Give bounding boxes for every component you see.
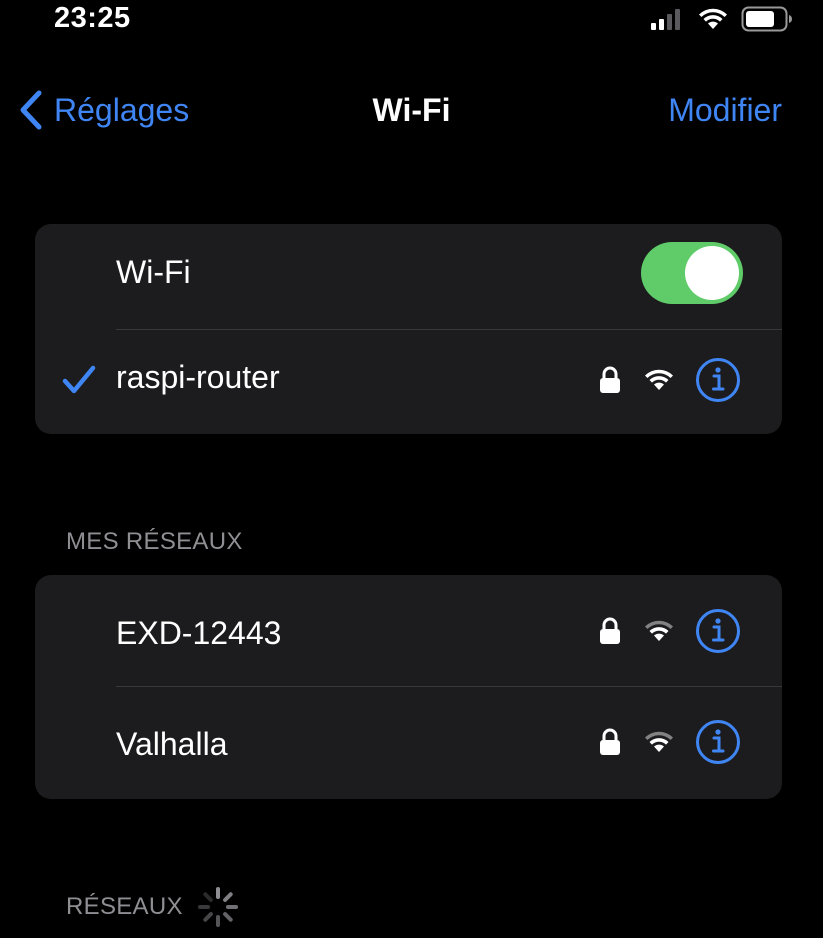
- wifi-group: Wi-Fi raspi-router: [35, 224, 782, 434]
- wifi-signal-icon: [645, 620, 673, 641]
- lock-icon: [600, 728, 620, 755]
- network-status-icons: [599, 719, 741, 765]
- networks-header: RÉSEAUX: [66, 893, 183, 920]
- info-icon[interactable]: [695, 357, 741, 403]
- cellular-signal-icon: [651, 9, 680, 30]
- my-networks-header: MES RÉSEAUX: [66, 528, 243, 555]
- toggle-knob: [685, 246, 739, 300]
- status-time: 23:25: [54, 2, 131, 34]
- wifi-signal-icon: [645, 369, 673, 390]
- info-icon[interactable]: [695, 719, 741, 765]
- spinner-icon: [198, 887, 238, 927]
- status-icons: [649, 6, 793, 32]
- navigation-bar: Réglages Wi-Fi Modifier: [0, 80, 823, 140]
- my-networks-group: EXD-12443 Valhalla: [35, 575, 782, 799]
- connected-network-name: raspi-router: [116, 359, 280, 395]
- wifi-toggle-row: Wi-Fi: [35, 224, 782, 329]
- wifi-signal-icon: [645, 731, 673, 752]
- network-status-icons: [599, 357, 741, 403]
- network-name: EXD-12443: [116, 615, 282, 651]
- info-icon[interactable]: [695, 608, 741, 654]
- network-status-icons: [599, 608, 741, 654]
- network-row[interactable]: Valhalla: [35, 686, 782, 799]
- edit-button[interactable]: Modifier: [668, 92, 782, 129]
- lock-icon: [600, 366, 620, 393]
- battery-icon: [741, 6, 792, 32]
- network-row[interactable]: EXD-12443: [35, 575, 782, 686]
- checkmark-icon: [62, 365, 96, 394]
- network-name: Valhalla: [116, 726, 228, 762]
- lock-icon: [600, 617, 620, 644]
- status-bar: 23:25: [0, 0, 823, 40]
- wifi-icon: [699, 8, 727, 29]
- wifi-toggle[interactable]: [641, 242, 743, 304]
- connected-network-row[interactable]: raspi-router: [35, 329, 782, 434]
- wifi-toggle-label: Wi-Fi: [116, 254, 191, 290]
